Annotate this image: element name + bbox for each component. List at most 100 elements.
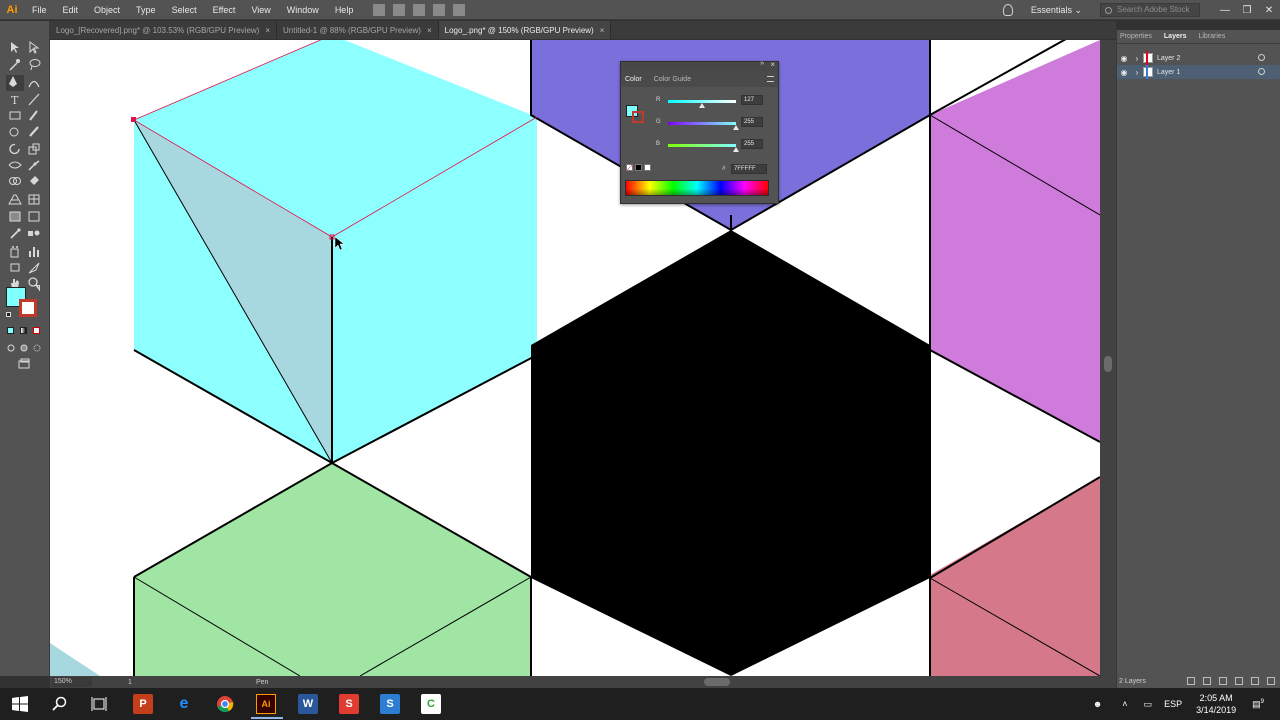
menu-type[interactable]: Type — [128, 0, 164, 20]
menu-select[interactable]: Select — [164, 0, 205, 20]
scroll-thumb[interactable] — [1104, 356, 1112, 372]
default-fill-stroke-icon[interactable] — [6, 312, 11, 317]
none-swatch[interactable] — [626, 164, 633, 171]
shape-builder-tool-icon[interactable] — [8, 175, 22, 188]
network-icon[interactable]: ▭ — [1144, 699, 1153, 710]
gradient-tool-icon[interactable] — [8, 210, 22, 223]
green-hexagon[interactable] — [134, 463, 531, 676]
target-icon[interactable] — [1258, 54, 1265, 61]
scale-tool-icon[interactable] — [27, 143, 41, 156]
type-tool-icon[interactable]: T — [8, 93, 22, 107]
panel-title-strip[interactable]: » × — [621, 60, 778, 71]
tab-properties[interactable]: Properties — [1120, 33, 1152, 40]
language-indicator[interactable]: ESP — [1164, 699, 1182, 709]
draw-normal-icon[interactable] — [4, 342, 18, 355]
layer-name[interactable]: Layer 2 — [1157, 55, 1180, 62]
layer-row-layer-1[interactable]: ◉ › Layer 1 — [1117, 65, 1280, 79]
menu-view[interactable]: View — [243, 0, 278, 20]
paintbrush-tool-icon[interactable] — [27, 109, 41, 122]
slider-value-field[interactable]: 127 — [741, 95, 763, 105]
close-icon[interactable]: × — [600, 26, 605, 35]
swap-fill-stroke-icon[interactable] — [34, 285, 40, 291]
word-icon[interactable]: W — [298, 694, 318, 714]
visibility-eye-icon[interactable]: ◉ — [1117, 54, 1131, 63]
tab-logo-png[interactable]: Logo_.png* @ 150% (RGB/GPU Preview) × — [438, 21, 612, 39]
menu-effect[interactable]: Effect — [205, 0, 244, 20]
close-icon[interactable]: × — [770, 60, 775, 69]
lightbulb-icon[interactable] — [1002, 4, 1013, 16]
tab-untitled-1[interactable]: Untitled-1 @ 88% (RGB/GPU Preview) × — [277, 21, 439, 39]
magic-wand-tool-icon[interactable] — [8, 58, 22, 71]
layer-row-layer-2[interactable]: ◉ › Layer 2 — [1117, 51, 1280, 65]
chevron-right-icon[interactable]: › — [1131, 68, 1143, 77]
app-c-green-icon[interactable]: C — [421, 694, 441, 714]
artboard-number[interactable]: 1 — [128, 679, 148, 686]
slider-knob[interactable] — [733, 125, 739, 130]
app-s-red-icon[interactable]: S — [339, 694, 359, 714]
menu-edit[interactable]: Edit — [55, 0, 87, 20]
eyedropper-tool-icon[interactable] — [8, 227, 22, 240]
symbol-sprayer-tool-icon[interactable] — [8, 245, 22, 258]
zoom-field[interactable]: 150% — [52, 677, 92, 687]
people-icon[interactable]: ☻ — [1093, 699, 1102, 709]
gpu-performance-icon[interactable] — [433, 3, 446, 16]
collapse-icon[interactable]: » — [760, 60, 764, 67]
app-s-blue-icon[interactable]: S — [380, 694, 400, 714]
new-sublayer-icon[interactable] — [1235, 677, 1243, 685]
chevron-right-icon[interactable]: › — [1131, 54, 1143, 63]
slider-knob[interactable] — [698, 103, 705, 108]
slider-value-field[interactable]: 255 — [741, 139, 763, 149]
layer-name[interactable]: Layer 1 — [1157, 69, 1180, 76]
arrange-documents-icon[interactable] — [413, 3, 426, 16]
stroke-swatch[interactable] — [19, 299, 37, 317]
minimize-button[interactable]: — — [1214, 5, 1236, 16]
search-icon[interactable] — [50, 694, 70, 714]
horizontal-scroll-thumb[interactable] — [704, 678, 730, 686]
rectangle-tool-icon[interactable] — [8, 109, 22, 122]
screen-mode-icon[interactable] — [17, 358, 31, 371]
color-spectrum[interactable] — [625, 180, 769, 196]
tab-color[interactable]: Color — [625, 76, 642, 83]
black-hexagon[interactable] — [531, 230, 930, 676]
shaper-tool-icon[interactable] — [8, 125, 22, 138]
stock-icon[interactable] — [393, 3, 406, 16]
white-swatch[interactable] — [644, 164, 651, 171]
mesh-grid-icon[interactable] — [27, 210, 41, 223]
pen-tool-icon[interactable] — [6, 75, 24, 91]
clock[interactable]: 2:05 AM 3/14/2019 — [1196, 692, 1236, 716]
mesh-tool-icon[interactable] — [27, 193, 41, 206]
cube-top-face[interactable] — [134, 40, 537, 463]
vertical-scrollbar[interactable] — [1100, 40, 1116, 676]
adobe-stock-search[interactable]: Search Adobe Stock — [1100, 3, 1200, 17]
rotate-tool-icon[interactable] — [8, 143, 22, 156]
close-button[interactable]: ✕ — [1258, 5, 1280, 16]
width-tool-icon[interactable] — [8, 159, 22, 172]
slice-tool-icon[interactable] — [27, 261, 41, 274]
perspective-grid-tool-icon[interactable] — [8, 193, 22, 206]
blend-tool-icon[interactable] — [27, 227, 41, 240]
panel-menu-icon[interactable] — [767, 76, 774, 82]
puppet-warp-tool-icon[interactable] — [27, 159, 41, 172]
curvature-tool-icon[interactable] — [27, 76, 41, 89]
tab-layers[interactable]: Layers — [1164, 33, 1187, 40]
chrome-icon[interactable] — [215, 694, 235, 714]
visibility-eye-icon[interactable]: ◉ — [1117, 68, 1131, 77]
live-paint-bucket-icon[interactable] — [27, 175, 41, 188]
lasso-tool-icon[interactable] — [27, 58, 41, 71]
slider-track[interactable] — [668, 144, 736, 147]
draw-behind-icon[interactable] — [17, 342, 31, 355]
slider-knob[interactable] — [733, 147, 739, 152]
close-icon[interactable]: × — [427, 26, 432, 35]
pencil-tool-icon[interactable] — [27, 125, 41, 138]
rose-hexagon[interactable] — [930, 477, 1100, 676]
direct-selection-tool-icon[interactable] — [27, 41, 41, 54]
task-view-icon[interactable] — [89, 694, 109, 714]
start-icon[interactable] — [10, 694, 30, 714]
black-swatch[interactable] — [635, 164, 642, 171]
target-icon[interactable] — [1258, 68, 1265, 75]
tab-color-guide[interactable]: Color Guide — [654, 76, 691, 83]
artboard-canvas[interactable] — [50, 40, 1100, 676]
export-icon[interactable] — [1187, 677, 1195, 685]
menu-window[interactable]: Window — [279, 0, 327, 20]
close-icon[interactable]: × — [265, 26, 270, 35]
